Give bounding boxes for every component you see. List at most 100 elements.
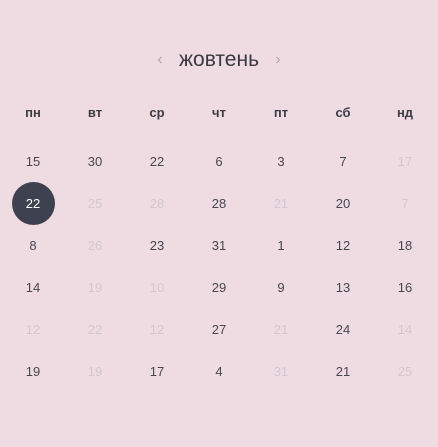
- day-number: 8: [29, 237, 37, 253]
- weekday-label: пн: [25, 105, 41, 120]
- day-cell[interactable]: 23: [126, 224, 188, 266]
- day-cell[interactable]: 19: [64, 350, 126, 392]
- day-number: 17: [397, 153, 413, 169]
- weekday-label: ср: [149, 105, 165, 120]
- week-row: 12 22 12 27 21 24 14: [2, 308, 436, 350]
- day-number: 4: [215, 363, 223, 379]
- day-cell[interactable]: 31: [250, 350, 312, 392]
- day-number: 31: [273, 363, 289, 379]
- month-header: ‹ жовтень ›: [0, 44, 438, 76]
- weekday-label: вт: [87, 105, 103, 120]
- day-cell[interactable]: 29: [188, 266, 250, 308]
- day-cell[interactable]: 8: [2, 224, 64, 266]
- day-cell[interactable]: 22: [64, 308, 126, 350]
- day-number: 25: [397, 363, 413, 379]
- day-cell[interactable]: 14: [374, 308, 436, 350]
- day-number: 26: [87, 237, 103, 253]
- day-number: 19: [87, 363, 103, 379]
- day-number: 3: [277, 153, 285, 169]
- day-cell[interactable]: 6: [188, 140, 250, 182]
- week-row: 22 25 28 28 21 20 7: [2, 181, 436, 225]
- day-cell[interactable]: 31: [188, 224, 250, 266]
- day-number: 12: [335, 237, 351, 253]
- day-number: 30: [87, 153, 103, 169]
- day-number: 21: [273, 321, 289, 337]
- day-cell[interactable]: 28: [188, 182, 250, 224]
- day-number: 9: [277, 279, 285, 295]
- week-row: 8 26 23 31 1 12 18: [2, 224, 436, 266]
- day-cell[interactable]: 20: [312, 182, 374, 224]
- day-number: 23: [149, 237, 165, 253]
- day-number: 18: [397, 237, 413, 253]
- day-cell[interactable]: 13: [312, 266, 374, 308]
- chevron-left-icon[interactable]: ‹: [149, 44, 171, 76]
- calendar: ‹ жовтень › пн вт ср чт пт сб нд 15 30 22 6…: [0, 0, 438, 447]
- day-number: 7: [339, 153, 347, 169]
- weekday-label: сб: [335, 105, 351, 120]
- day-number: 19: [87, 279, 103, 295]
- day-cell[interactable]: 17: [374, 140, 436, 182]
- day-number: 27: [211, 321, 227, 337]
- weekday-label: пт: [273, 105, 289, 120]
- day-number: 20: [335, 195, 351, 211]
- day-cell[interactable]: 12: [312, 224, 374, 266]
- day-cell[interactable]: 19: [2, 350, 64, 392]
- day-cell[interactable]: 28: [126, 182, 188, 224]
- day-number: 19: [25, 363, 41, 379]
- day-cell[interactable]: 25: [374, 350, 436, 392]
- week-row: 14 19 10 29 9 13 16: [2, 266, 436, 308]
- day-cell[interactable]: 22: [126, 140, 188, 182]
- day-number: 15: [25, 153, 41, 169]
- day-cell[interactable]: 17: [126, 350, 188, 392]
- day-cell[interactable]: 24: [312, 308, 374, 350]
- day-number: 28: [211, 195, 227, 211]
- day-cell[interactable]: 9: [250, 266, 312, 308]
- weekday-label: чт: [212, 105, 226, 120]
- day-cell[interactable]: 18: [374, 224, 436, 266]
- day-cell[interactable]: 27: [188, 308, 250, 350]
- day-cell[interactable]: 12: [126, 308, 188, 350]
- day-cell[interactable]: 21: [250, 182, 312, 224]
- day-number: 12: [149, 321, 165, 337]
- day-number: 16: [397, 279, 413, 295]
- day-cell[interactable]: 26: [64, 224, 126, 266]
- weekday-header-row: пн вт ср чт пт сб нд: [2, 102, 436, 124]
- day-number: 14: [397, 321, 413, 337]
- day-cell-selected[interactable]: 22: [2, 181, 64, 225]
- day-cell[interactable]: 10: [126, 266, 188, 308]
- week-row: 15 30 22 6 3 7 17: [2, 140, 436, 182]
- day-cell[interactable]: 15: [2, 140, 64, 182]
- day-number: 7: [401, 195, 409, 211]
- day-number: 6: [215, 153, 223, 169]
- day-cell[interactable]: 12: [2, 308, 64, 350]
- day-cell[interactable]: 3: [250, 140, 312, 182]
- day-cell[interactable]: 14: [2, 266, 64, 308]
- day-number: 25: [87, 195, 103, 211]
- day-number: 10: [149, 279, 165, 295]
- day-cell[interactable]: 21: [312, 350, 374, 392]
- day-number: 17: [149, 363, 165, 379]
- day-cell[interactable]: 1: [250, 224, 312, 266]
- day-cell[interactable]: 7: [312, 140, 374, 182]
- day-cell[interactable]: 21: [250, 308, 312, 350]
- day-cell[interactable]: 7: [374, 182, 436, 224]
- week-row: 19 19 17 4 31 21 25: [2, 350, 436, 392]
- day-number: 21: [335, 363, 351, 379]
- day-number: 1: [277, 237, 285, 253]
- day-cell[interactable]: 4: [188, 350, 250, 392]
- day-number: 12: [25, 321, 41, 337]
- month-title: жовтень: [178, 48, 260, 71]
- chevron-right-icon[interactable]: ›: [267, 44, 289, 76]
- day-cell[interactable]: 25: [64, 182, 126, 224]
- day-number: 29: [211, 279, 227, 295]
- day-cell[interactable]: 30: [64, 140, 126, 182]
- day-number: 21: [273, 195, 289, 211]
- weekday-label: нд: [396, 105, 414, 120]
- day-number: 22: [87, 321, 103, 337]
- day-number: 24: [335, 321, 351, 337]
- day-number: 14: [25, 279, 41, 295]
- day-number: 22: [11, 181, 55, 225]
- day-number: 28: [149, 195, 165, 211]
- day-cell[interactable]: 16: [374, 266, 436, 308]
- day-cell[interactable]: 19: [64, 266, 126, 308]
